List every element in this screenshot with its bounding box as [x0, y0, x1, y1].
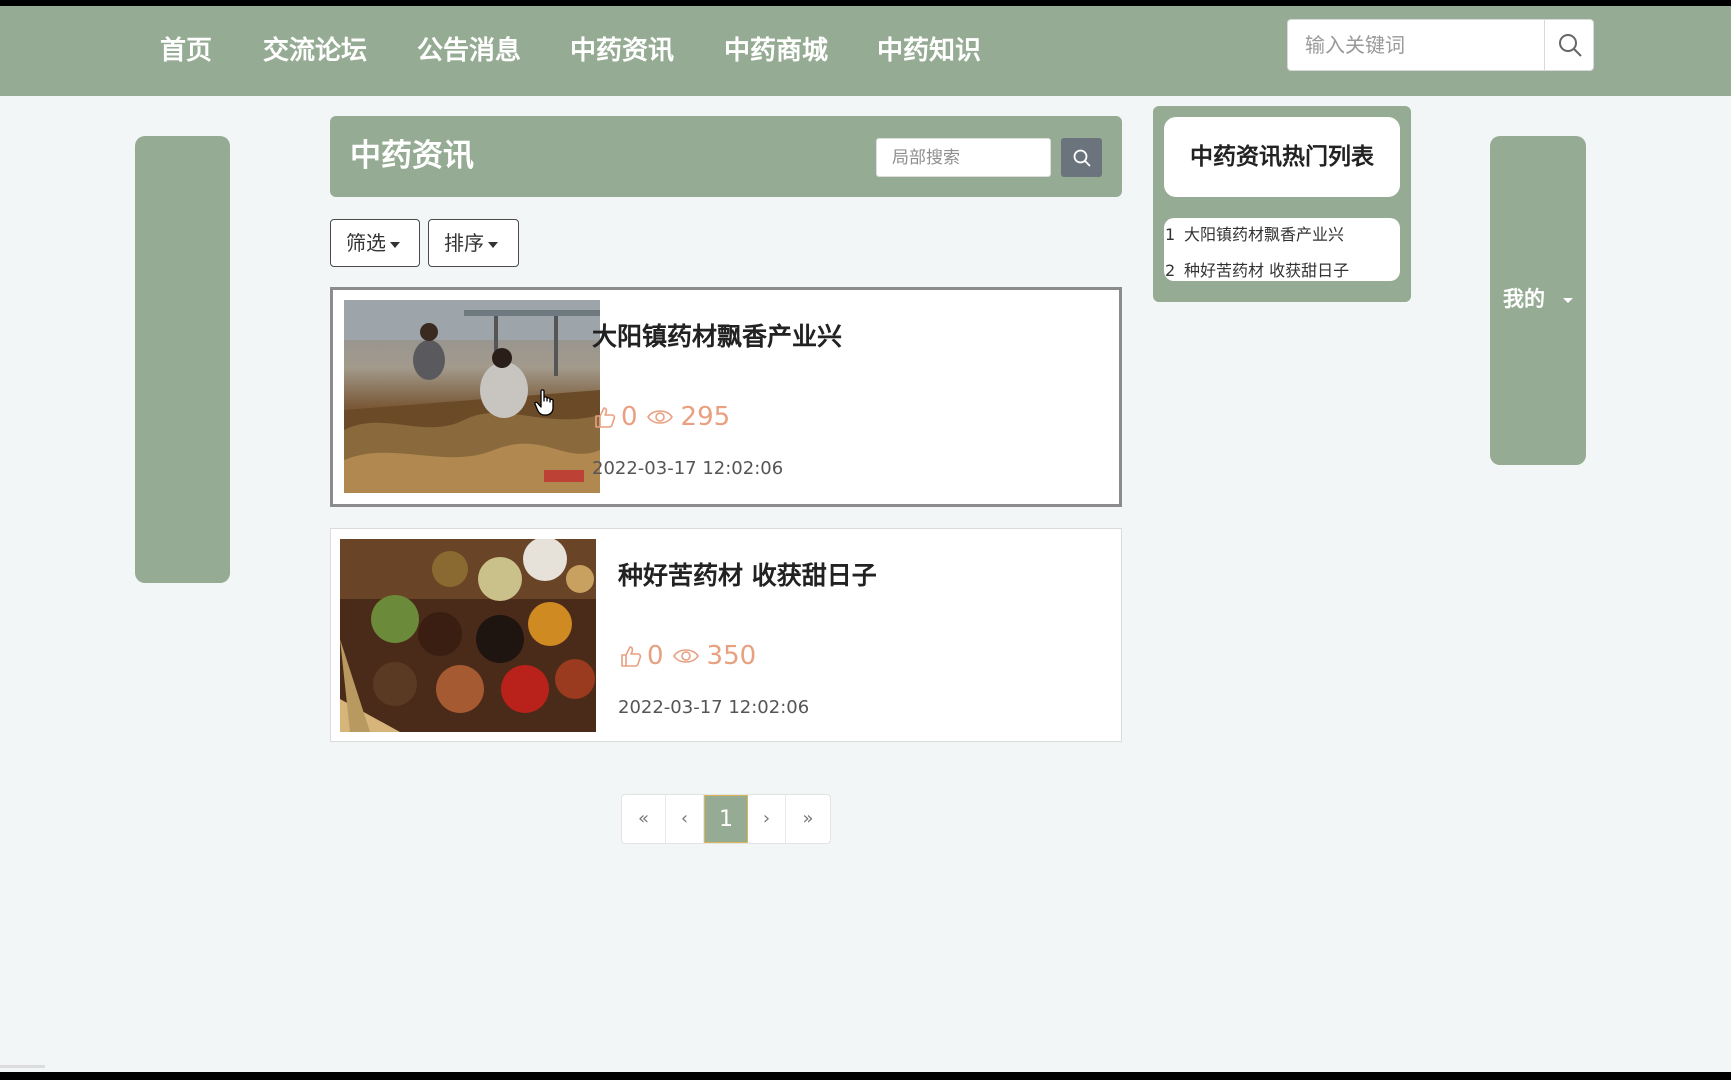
news-card[interactable]: 种好苦药材 收获甜日子 0 350 2022-03-17 12:02:06: [330, 528, 1122, 742]
local-search-button[interactable]: [1061, 138, 1102, 177]
search-icon: [1558, 34, 1582, 57]
hot-list: 1 大阳镇药材飘香产业兴 2 种好苦药材 收获甜日子: [1164, 218, 1400, 281]
left-side-panel: [135, 136, 230, 583]
divider: [0, 1065, 45, 1068]
pagination: « ‹ 1 › »: [621, 794, 831, 844]
hot-item-title: 大阳镇药材飘香产业兴: [1184, 225, 1345, 244]
hot-item-number: 1: [1165, 225, 1176, 244]
nav-search-button[interactable]: [1544, 20, 1594, 70]
page: 首页 交流论坛 公告消息 中药资讯 中药商城 中药知识 中药资讯: [0, 6, 1731, 1072]
hot-item-title: 种好苦药材 收获甜日子: [1184, 261, 1350, 280]
nav-item-tcm-knowledge[interactable]: 中药知识: [877, 28, 981, 74]
nav-item-home[interactable]: 首页: [160, 28, 212, 74]
hot-list-title: 中药资讯热门列表: [1164, 117, 1400, 197]
hot-item-number: 2: [1165, 261, 1176, 280]
thumbs-up-icon: [595, 407, 616, 428]
nav-item-announcements[interactable]: 公告消息: [417, 28, 521, 74]
nav-search-input[interactable]: [1288, 20, 1544, 70]
caret-down-icon: [390, 241, 400, 248]
filter-label: 筛选: [346, 231, 386, 255]
news-date: 2022-03-17 12:02:06: [592, 458, 784, 479]
right-side-panel: 我的: [1490, 136, 1586, 465]
news-thumbnail[interactable]: [340, 539, 596, 732]
thumbs-up-icon: [621, 646, 642, 667]
pagination-prev[interactable]: ‹: [666, 795, 704, 843]
pagination-page-current[interactable]: 1: [704, 795, 748, 843]
nav-item-tcm-shop[interactable]: 中药商城: [724, 28, 828, 74]
nav-item-forum[interactable]: 交流论坛: [263, 28, 367, 74]
news-thumbnail[interactable]: [344, 300, 600, 493]
hot-list-panel: 中药资讯热门列表 1 大阳镇药材飘香产业兴 2 种好苦药材 收获甜日子: [1153, 106, 1411, 302]
top-navbar: 首页 交流论坛 公告消息 中药资讯 中药商城 中药知识: [0, 6, 1731, 96]
eye-icon: [646, 410, 673, 424]
nav-item-tcm-news[interactable]: 中药资讯: [570, 28, 674, 74]
caret-down-icon: [488, 241, 498, 248]
news-card[interactable]: 大阳镇药材飘香产业兴 0 295 2022-03-17 12:02:06: [330, 287, 1122, 507]
section-header: 中药资讯: [330, 116, 1122, 197]
news-date: 2022-03-17 12:02:06: [618, 697, 810, 718]
likes-count: 0: [621, 402, 638, 432]
views-count: 350: [706, 641, 757, 671]
views-count: 295: [680, 402, 731, 432]
sort-dropdown-button[interactable]: 排序: [428, 219, 519, 267]
user-menu-label: 我的: [1503, 287, 1545, 311]
hot-list-item[interactable]: 1 大阳镇药材飘香产业兴: [1164, 220, 1400, 256]
pagination-last[interactable]: »: [786, 795, 830, 843]
user-menu-dropdown[interactable]: 我的: [1490, 284, 1586, 314]
hot-list-item[interactable]: 2 种好苦药材 收获甜日子: [1164, 256, 1400, 292]
caret-down-icon: [1563, 297, 1573, 303]
nav-search-box: [1287, 19, 1594, 71]
likes-count: 0: [647, 641, 664, 671]
filter-dropdown-button[interactable]: 筛选: [330, 219, 420, 267]
news-title[interactable]: 大阳镇药材飘香产业兴: [592, 320, 842, 354]
local-search-input[interactable]: [877, 139, 1050, 176]
pagination-first[interactable]: «: [622, 795, 666, 843]
sort-label: 排序: [444, 231, 484, 255]
news-stats: 0 295: [592, 400, 730, 434]
section-title: 中药资讯: [350, 138, 474, 174]
herbal-spices-photo: [340, 539, 596, 732]
pagination-next[interactable]: ›: [748, 795, 786, 843]
news-title[interactable]: 种好苦药材 收获甜日子: [618, 559, 877, 593]
eye-icon: [672, 649, 699, 663]
news-stats: 0 350: [618, 639, 756, 673]
search-icon: [1073, 149, 1091, 167]
local-search-box: [876, 138, 1051, 177]
hand-pointer-cursor-icon: [534, 389, 554, 416]
herb-farmers-photo: [344, 300, 600, 493]
